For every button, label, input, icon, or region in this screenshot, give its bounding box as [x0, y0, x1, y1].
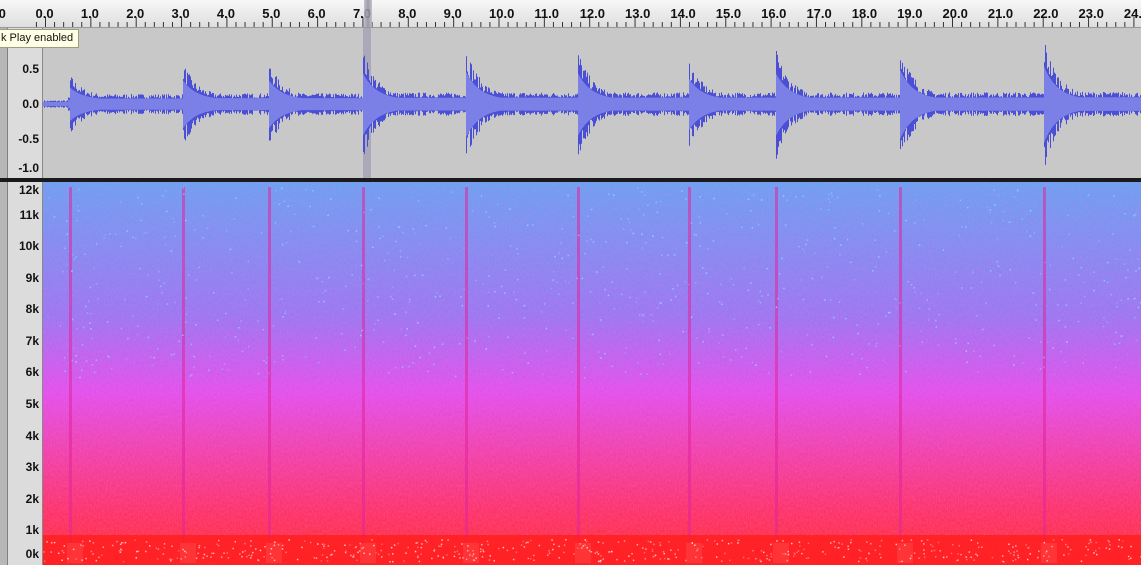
ruler-label: 6.0	[307, 6, 326, 21]
ruler-label: 19.0	[897, 6, 923, 21]
frequency-label: 1k	[25, 523, 39, 537]
onset-streak	[465, 187, 468, 565]
amplitude-label: -0.5	[18, 132, 39, 146]
frequency-label: 0k	[25, 547, 39, 561]
amplitude-label: -1.0	[18, 161, 39, 175]
frequency-label: 7k	[25, 334, 39, 348]
onset-streak	[899, 187, 902, 565]
ruler-label: 21.0	[987, 6, 1014, 21]
ruler-label: 24.0	[1123, 6, 1141, 21]
ruler-label: 10.0	[489, 6, 515, 21]
ruler-label: 20.0	[942, 6, 968, 21]
spectrogram-noise	[43, 182, 1141, 565]
low-frequency-band	[43, 535, 1141, 565]
ruler-label: 9.0	[443, 6, 462, 21]
ruler-label: 5.0	[262, 6, 281, 21]
ruler-label: 2.0	[126, 6, 145, 21]
timeline-ruler[interactable]: .00.01.02.03.04.05.06.07.08.09.010.011.0…	[0, 0, 1141, 28]
onset-streak	[362, 187, 365, 565]
frequency-label: 5k	[25, 397, 39, 411]
ruler-label: 17.0	[806, 6, 832, 21]
waveform-display[interactable]	[43, 28, 1141, 178]
ruler-label: 0.0	[35, 6, 54, 21]
onset-streak	[688, 187, 691, 565]
ruler-label: 4.0	[216, 6, 235, 21]
frequency-label: 11k	[19, 208, 39, 222]
spectrogram-frequency-axis: 12k 11k 10k 9k 8k 7k 6k 5k 4k 3k 2k 1k 0…	[8, 182, 43, 565]
waveform-amplitude-axis: 0.5 0.0 -0.5 -1.0	[8, 28, 43, 178]
frequency-label: 6k	[25, 365, 39, 379]
amplitude-label: 0.5	[22, 62, 39, 76]
play-enabled-tooltip: k Play enabled	[0, 29, 80, 48]
ruler-label: 11.0	[534, 6, 559, 21]
onset-streak	[268, 187, 271, 565]
onset-streak	[69, 187, 72, 565]
ruler-label: 15.0	[715, 6, 742, 21]
amplitude-label: 0.0	[22, 97, 39, 111]
onset-streak	[1043, 187, 1046, 565]
ruler-label: .0	[0, 6, 6, 21]
track-control-panel[interactable]	[0, 28, 8, 178]
ruler-label: 3.0	[171, 6, 190, 21]
ruler-label: 14.0	[670, 6, 696, 21]
ruler-label: 8.0	[398, 6, 417, 21]
onset-streak	[775, 187, 778, 565]
audio-editor: .00.01.02.03.04.05.06.07.08.09.010.011.0…	[0, 0, 1141, 565]
ruler-label: 18.0	[851, 6, 878, 21]
spectrogram-display[interactable]	[43, 182, 1141, 565]
frequency-label: 2k	[25, 492, 39, 506]
onset-streak	[182, 187, 185, 565]
waveform-track[interactable]: 0.5 0.0 -0.5 -1.0	[0, 28, 1141, 178]
ruler-label: 13.0	[625, 6, 651, 21]
playhead-marker[interactable]	[364, 0, 372, 27]
frequency-label: 4k	[25, 429, 39, 443]
onset-streak	[577, 187, 580, 565]
ruler-label: 16.0	[761, 6, 787, 21]
frequency-label: 9k	[25, 271, 39, 285]
ruler-label: 12.0	[579, 6, 605, 21]
frequency-label: 3k	[25, 460, 39, 474]
ruler-label: 23.0	[1078, 6, 1104, 21]
frequency-label: 8k	[25, 302, 39, 316]
ruler-label: 22.0	[1033, 6, 1059, 21]
spectrogram-track[interactable]: 12k 11k 10k 9k 8k 7k 6k 5k 4k 3k 2k 1k 0…	[0, 182, 1141, 565]
ruler-label: 1.0	[80, 6, 99, 21]
frequency-label: 12k	[18, 183, 39, 197]
frequency-label: 10k	[18, 239, 39, 253]
track-control-panel[interactable]	[0, 182, 8, 565]
